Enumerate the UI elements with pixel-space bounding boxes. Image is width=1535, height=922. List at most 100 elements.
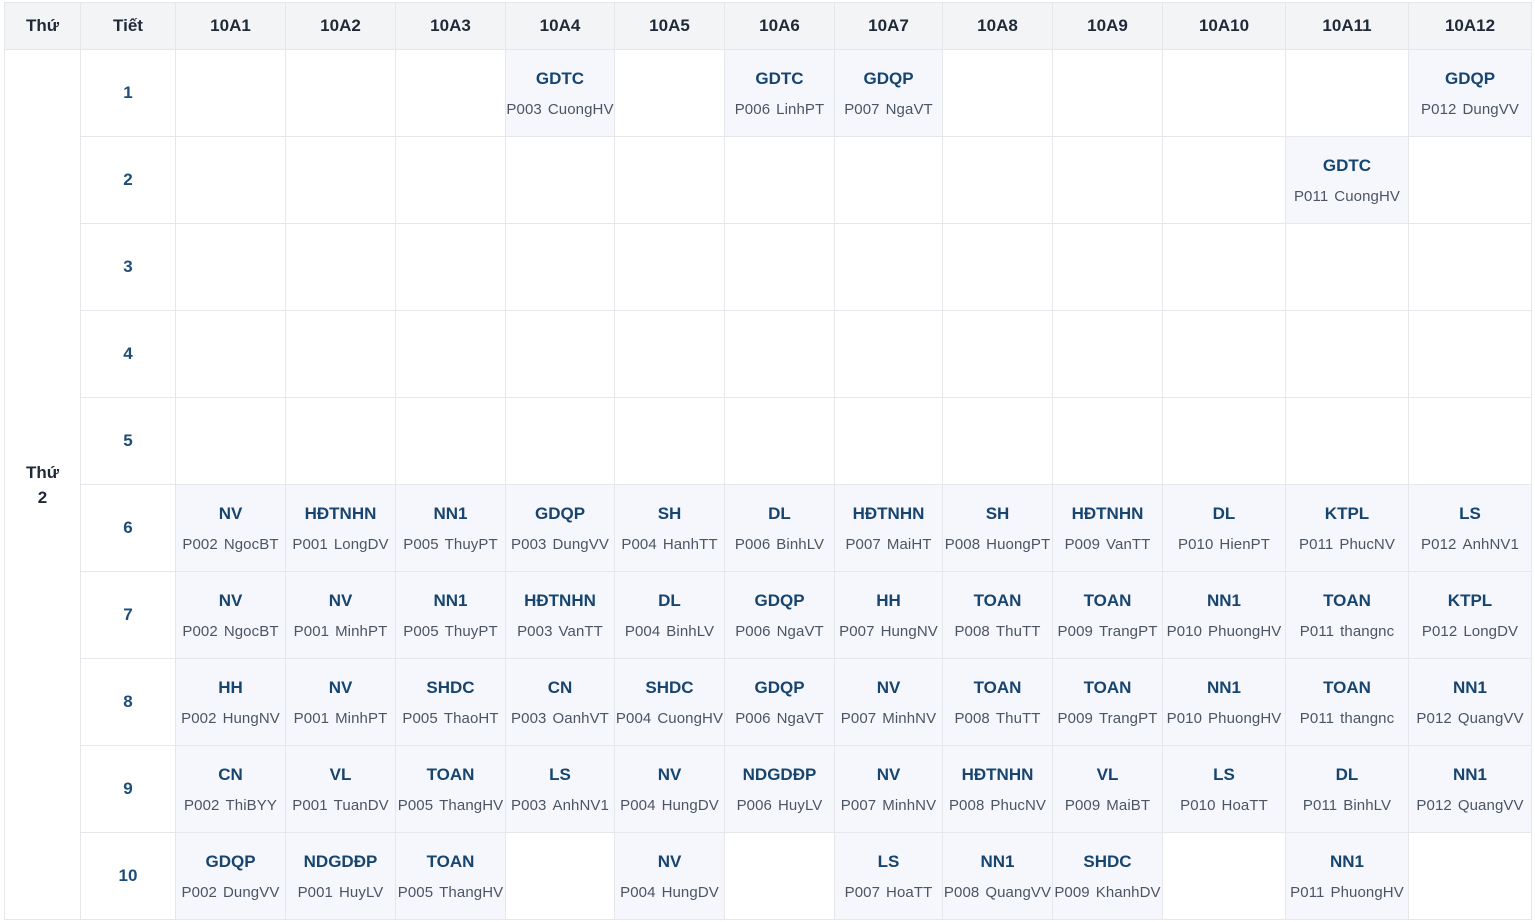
empty-cell[interactable] — [834, 310, 943, 398]
lesson-cell[interactable]: GDQP P002 DungVV — [175, 832, 286, 920]
lesson-cell[interactable]: HH P002 HungNV — [175, 658, 286, 746]
empty-cell[interactable] — [942, 310, 1053, 398]
empty-cell[interactable] — [942, 223, 1053, 311]
lesson-cell[interactable]: NV P001 MinhPT — [285, 571, 396, 659]
empty-cell[interactable] — [724, 397, 835, 485]
empty-cell[interactable] — [1052, 136, 1163, 224]
empty-cell[interactable] — [614, 136, 725, 224]
lesson-cell[interactable]: GDTC P003 CuongHV — [505, 49, 615, 137]
empty-cell[interactable] — [1052, 223, 1163, 311]
lesson-cell[interactable]: NN1 P005 ThuyPT — [395, 484, 506, 572]
empty-cell[interactable] — [1408, 223, 1532, 311]
lesson-cell[interactable]: LS P003 AnhNV1 — [505, 745, 615, 833]
lesson-cell[interactable]: GDQP P006 NgaVT — [724, 571, 835, 659]
empty-cell[interactable] — [395, 223, 506, 311]
lesson-cell[interactable]: GDQP P006 NgaVT — [724, 658, 835, 746]
lesson-cell[interactable]: TOAN P009 TrangPT — [1052, 658, 1163, 746]
lesson-cell[interactable]: VL P001 TuanDV — [285, 745, 396, 833]
lesson-cell[interactable]: SH P004 HanhTT — [614, 484, 725, 572]
empty-cell[interactable] — [1052, 49, 1163, 137]
lesson-cell[interactable]: HĐTNHN P007 MaiHT — [834, 484, 943, 572]
lesson-cell[interactable]: TOAN P008 ThuTT — [942, 658, 1053, 746]
lesson-cell[interactable]: LS P007 HoaTT — [834, 832, 943, 920]
empty-cell[interactable] — [1162, 310, 1286, 398]
empty-cell[interactable] — [834, 397, 943, 485]
lesson-cell[interactable]: NN1 P012 QuangVV — [1408, 745, 1532, 833]
empty-cell[interactable] — [505, 397, 615, 485]
empty-cell[interactable] — [614, 223, 725, 311]
lesson-cell[interactable]: LS P012 AnhNV1 — [1408, 484, 1532, 572]
lesson-cell[interactable]: NN1 P012 QuangVV — [1408, 658, 1532, 746]
empty-cell[interactable] — [1052, 310, 1163, 398]
empty-cell[interactable] — [395, 136, 506, 224]
empty-cell[interactable] — [175, 223, 286, 311]
empty-cell[interactable] — [1285, 310, 1409, 398]
lesson-cell[interactable]: TOAN P011 thangnc — [1285, 658, 1409, 746]
lesson-cell[interactable]: SHDC P009 KhanhDV — [1052, 832, 1163, 920]
lesson-cell[interactable]: DL P011 BinhLV — [1285, 745, 1409, 833]
empty-cell[interactable] — [1162, 397, 1286, 485]
lesson-cell[interactable]: GDQP P003 DungVV — [505, 484, 615, 572]
lesson-cell[interactable]: DL P006 BinhLV — [724, 484, 835, 572]
empty-cell[interactable] — [1408, 397, 1532, 485]
empty-cell[interactable] — [724, 832, 835, 920]
lesson-cell[interactable]: NN1 P008 QuangVV — [942, 832, 1053, 920]
lesson-cell[interactable]: NV P002 NgocBT — [175, 484, 286, 572]
lesson-cell[interactable]: CN P002 ThiBYY — [175, 745, 286, 833]
empty-cell[interactable] — [1162, 49, 1286, 137]
empty-cell[interactable] — [1285, 397, 1409, 485]
lesson-cell[interactable]: HH P007 HungNV — [834, 571, 943, 659]
empty-cell[interactable] — [1162, 136, 1286, 224]
empty-cell[interactable] — [285, 136, 396, 224]
empty-cell[interactable] — [285, 223, 396, 311]
lesson-cell[interactable]: KTPL P012 LongDV — [1408, 571, 1532, 659]
empty-cell[interactable] — [614, 397, 725, 485]
lesson-cell[interactable]: GDTC P011 CuongHV — [1285, 136, 1409, 224]
lesson-cell[interactable]: HĐTNHN P008 PhucNV — [942, 745, 1053, 833]
lesson-cell[interactable]: GDQP P012 DungVV — [1408, 49, 1532, 137]
lesson-cell[interactable]: NN1 P010 PhuongHV — [1162, 658, 1286, 746]
empty-cell[interactable] — [175, 136, 286, 224]
lesson-cell[interactable]: TOAN P005 ThangHV — [395, 832, 506, 920]
lesson-cell[interactable]: HĐTNHN P001 LongDV — [285, 484, 396, 572]
empty-cell[interactable] — [1408, 136, 1532, 224]
empty-cell[interactable] — [942, 136, 1053, 224]
lesson-cell[interactable]: NV P002 NgocBT — [175, 571, 286, 659]
lesson-cell[interactable]: HĐTNHN P003 VanTT — [505, 571, 615, 659]
empty-cell[interactable] — [724, 136, 835, 224]
lesson-cell[interactable]: NV P007 MinhNV — [834, 658, 943, 746]
empty-cell[interactable] — [505, 223, 615, 311]
empty-cell[interactable] — [285, 310, 396, 398]
lesson-cell[interactable]: SH P008 HuongPT — [942, 484, 1053, 572]
empty-cell[interactable] — [942, 49, 1053, 137]
empty-cell[interactable] — [614, 310, 725, 398]
empty-cell[interactable] — [175, 397, 286, 485]
lesson-cell[interactable]: NDGDĐP P001 HuyLV — [285, 832, 396, 920]
empty-cell[interactable] — [175, 310, 286, 398]
empty-cell[interactable] — [505, 832, 615, 920]
lesson-cell[interactable]: SHDC P005 ThaoHT — [395, 658, 506, 746]
empty-cell[interactable] — [724, 223, 835, 311]
lesson-cell[interactable]: DL P010 HienPT — [1162, 484, 1286, 572]
lesson-cell[interactable]: HĐTNHN P009 VanTT — [1052, 484, 1163, 572]
empty-cell[interactable] — [834, 136, 943, 224]
lesson-cell[interactable]: KTPL P011 PhucNV — [1285, 484, 1409, 572]
lesson-cell[interactable]: NN1 P010 PhuongHV — [1162, 571, 1286, 659]
lesson-cell[interactable]: NN1 P005 ThuyPT — [395, 571, 506, 659]
lesson-cell[interactable]: TOAN P011 thangnc — [1285, 571, 1409, 659]
empty-cell[interactable] — [1285, 223, 1409, 311]
empty-cell[interactable] — [1052, 397, 1163, 485]
lesson-cell[interactable]: SHDC P004 CuongHV — [614, 658, 725, 746]
lesson-cell[interactable]: TOAN P009 TrangPT — [1052, 571, 1163, 659]
empty-cell[interactable] — [395, 397, 506, 485]
lesson-cell[interactable]: TOAN P005 ThangHV — [395, 745, 506, 833]
empty-cell[interactable] — [1408, 310, 1532, 398]
empty-cell[interactable] — [1162, 223, 1286, 311]
lesson-cell[interactable]: CN P003 OanhVT — [505, 658, 615, 746]
empty-cell[interactable] — [1285, 49, 1409, 137]
empty-cell[interactable] — [505, 310, 615, 398]
lesson-cell[interactable]: NDGDĐP P006 HuyLV — [724, 745, 835, 833]
lesson-cell[interactable]: TOAN P008 ThuTT — [942, 571, 1053, 659]
empty-cell[interactable] — [395, 49, 506, 137]
lesson-cell[interactable]: NV P004 HungDV — [614, 745, 725, 833]
